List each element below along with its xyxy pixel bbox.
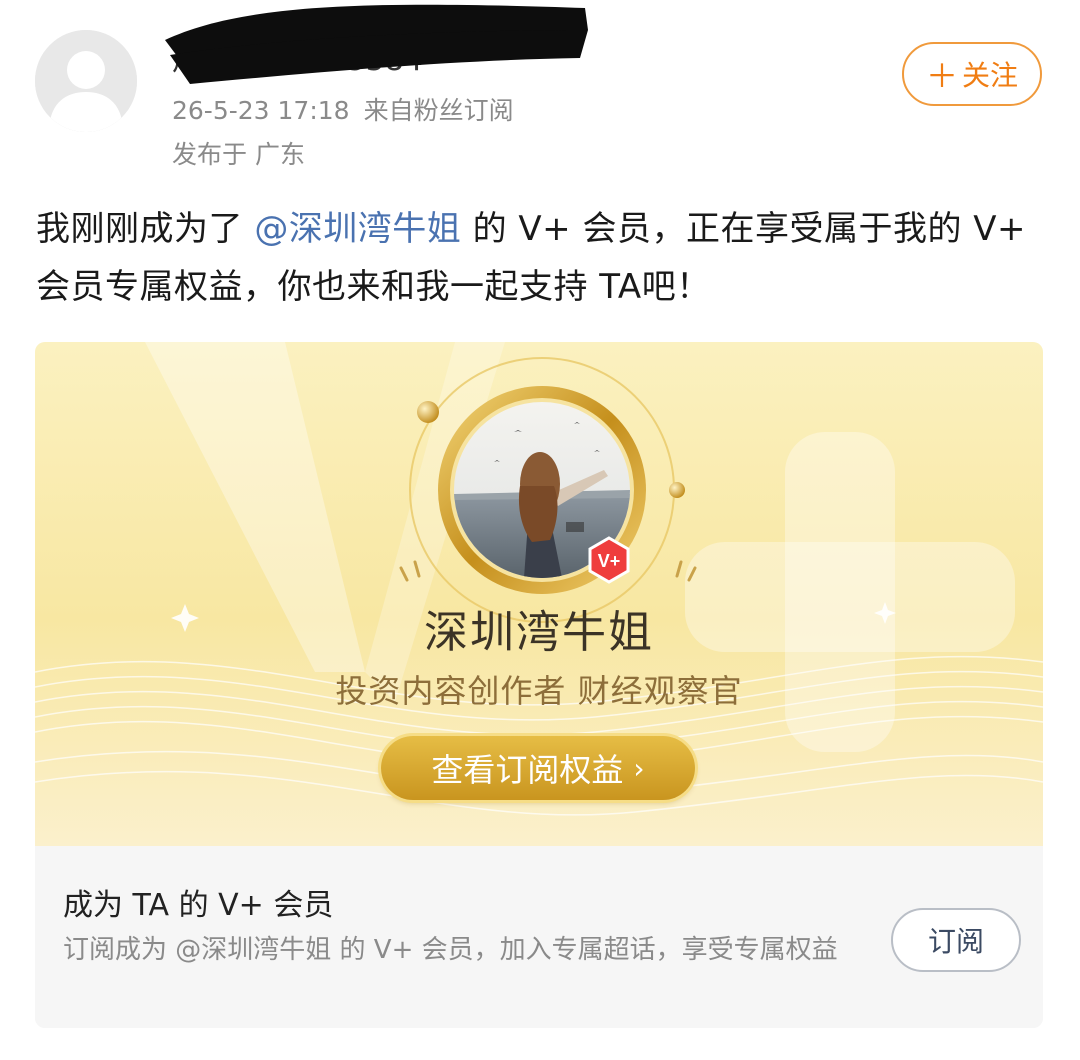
- follow-button-label: 关注: [962, 59, 1019, 92]
- vplus-membership-card[interactable]: V+ 深圳湾牛姐 投资内容创作者 财经观察官 查看订阅权益 › 成为 TA 的 V…: [35, 342, 1043, 1028]
- creator-role: 投资内容创作者 财经观察官: [335, 672, 743, 710]
- redaction-scribble: [165, 4, 588, 84]
- badge-text: V+: [598, 551, 621, 571]
- post-timestamp: 26-5-23 17:18: [172, 96, 350, 125]
- plus-icon: ＋: [925, 57, 958, 95]
- post-text: 我刚刚成为了 @深圳湾牛姐 的 V+ 会员，正在享受属于我的 V+ 会员专属权益…: [36, 200, 1056, 316]
- view-benefits-label: 查看订阅权益: [431, 751, 624, 789]
- view-benefits-button[interactable]: 查看订阅权益 ›: [381, 736, 695, 800]
- post-source[interactable]: 来自粉丝订阅: [364, 96, 514, 125]
- membership-title: 成为 TA 的 V+ 会员: [63, 888, 334, 923]
- post-location: 发布于 广东: [172, 140, 305, 169]
- membership-description: 订阅成为 @深圳湾牛姐 的 V+ 会员，加入专属超话，享受专属权益: [63, 935, 838, 965]
- avatar-placeholder-icon: [35, 30, 137, 132]
- v-plus-badge-icon: V+: [588, 536, 630, 584]
- creator-name: 深圳湾牛姐: [424, 607, 654, 658]
- mention-link[interactable]: @深圳湾牛姐: [254, 209, 461, 249]
- card-banner[interactable]: V+ 深圳湾牛姐 投资内容创作者 财经观察官 查看订阅权益 ›: [35, 342, 1043, 846]
- post-text-before: 我刚刚成为了: [36, 209, 255, 249]
- post-meta: 26-5-23 17:18 来自粉丝订阅: [172, 92, 514, 130]
- chevron-right-icon: ›: [633, 751, 645, 785]
- user-avatar[interactable]: [35, 30, 137, 132]
- follow-button[interactable]: ＋关注: [902, 42, 1042, 106]
- subscribe-button[interactable]: 订阅: [891, 908, 1021, 972]
- card-footer: 成为 TA 的 V+ 会员 订阅成为 @深圳湾牛姐 的 V+ 会员，加入专属超话…: [35, 846, 1043, 1028]
